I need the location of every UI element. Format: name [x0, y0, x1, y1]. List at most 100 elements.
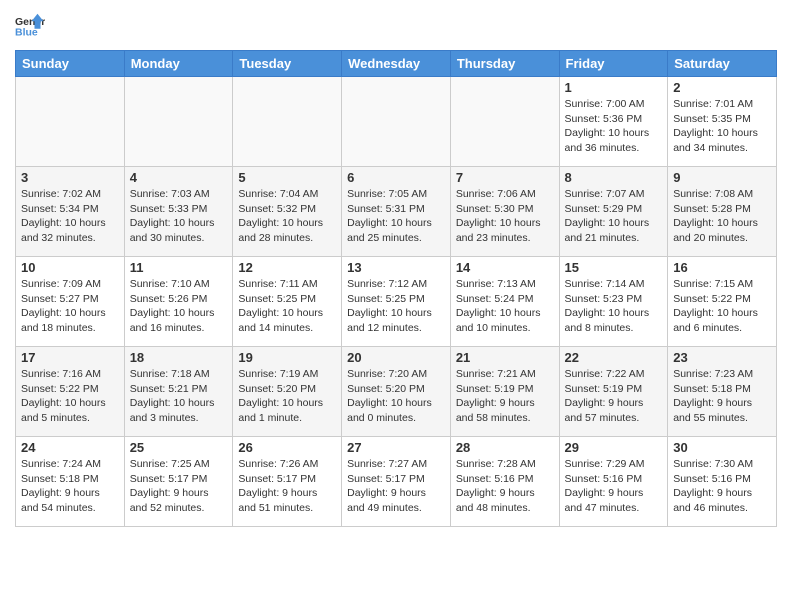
calendar-table: SundayMondayTuesdayWednesdayThursdayFrid… — [15, 50, 777, 527]
day-detail: Sunrise: 7:14 AM Sunset: 5:23 PM Dayligh… — [565, 277, 663, 336]
calendar-week-row: 10 Sunrise: 7:09 AM Sunset: 5:27 PM Dayli… — [16, 257, 777, 347]
calendar-day-cell: 10 Sunrise: 7:09 AM Sunset: 5:27 PM Dayli… — [16, 257, 125, 347]
calendar-day-cell: 3 Sunrise: 7:02 AM Sunset: 5:34 PM Daylig… — [16, 167, 125, 257]
day-number: 25 — [130, 440, 228, 455]
day-detail: Sunrise: 7:03 AM Sunset: 5:33 PM Dayligh… — [130, 187, 228, 246]
page-header: General Blue — [15, 10, 777, 40]
day-detail: Sunrise: 7:04 AM Sunset: 5:32 PM Dayligh… — [238, 187, 336, 246]
day-number: 8 — [565, 170, 663, 185]
day-detail: Sunrise: 7:10 AM Sunset: 5:26 PM Dayligh… — [130, 277, 228, 336]
weekday-header: Tuesday — [233, 51, 342, 77]
calendar-day-cell: 8 Sunrise: 7:07 AM Sunset: 5:29 PM Daylig… — [559, 167, 668, 257]
calendar-day-cell: 28 Sunrise: 7:28 AM Sunset: 5:16 PM Dayli… — [450, 437, 559, 527]
calendar-day-cell: 1Sunrise: 7:00 AM Sunset: 5:36 PM Daylig… — [559, 77, 668, 167]
day-number: 29 — [565, 440, 663, 455]
day-number: 19 — [238, 350, 336, 365]
calendar-day-cell: 26 Sunrise: 7:26 AM Sunset: 5:17 PM Dayli… — [233, 437, 342, 527]
day-number: 4 — [130, 170, 228, 185]
day-number: 28 — [456, 440, 554, 455]
logo: General Blue — [15, 10, 49, 40]
calendar-week-row: 1Sunrise: 7:00 AM Sunset: 5:36 PM Daylig… — [16, 77, 777, 167]
day-number: 21 — [456, 350, 554, 365]
day-number: 2 — [673, 80, 771, 95]
day-detail: Sunrise: 7:16 AM Sunset: 5:22 PM Dayligh… — [21, 367, 119, 426]
day-detail: Sunrise: 7:26 AM Sunset: 5:17 PM Dayligh… — [238, 457, 336, 516]
calendar-day-cell — [342, 77, 451, 167]
day-detail: Sunrise: 7:07 AM Sunset: 5:29 PM Dayligh… — [565, 187, 663, 246]
day-detail: Sunrise: 7:22 AM Sunset: 5:19 PM Dayligh… — [565, 367, 663, 426]
day-number: 14 — [456, 260, 554, 275]
calendar-day-cell: 21 Sunrise: 7:21 AM Sunset: 5:19 PM Dayli… — [450, 347, 559, 437]
weekday-header: Thursday — [450, 51, 559, 77]
calendar-day-cell: 6 Sunrise: 7:05 AM Sunset: 5:31 PM Daylig… — [342, 167, 451, 257]
calendar-day-cell: 25 Sunrise: 7:25 AM Sunset: 5:17 PM Dayli… — [124, 437, 233, 527]
day-detail: Sunrise: 7:13 AM Sunset: 5:24 PM Dayligh… — [456, 277, 554, 336]
calendar-day-cell: 15Sunrise: 7:14 AM Sunset: 5:23 PM Dayli… — [559, 257, 668, 347]
day-detail: Sunrise: 7:28 AM Sunset: 5:16 PM Dayligh… — [456, 457, 554, 516]
day-number: 27 — [347, 440, 445, 455]
day-detail: Sunrise: 7:18 AM Sunset: 5:21 PM Dayligh… — [130, 367, 228, 426]
day-number: 3 — [21, 170, 119, 185]
day-detail: Sunrise: 7:12 AM Sunset: 5:25 PM Dayligh… — [347, 277, 445, 336]
weekday-header: Monday — [124, 51, 233, 77]
day-detail: Sunrise: 7:29 AM Sunset: 5:16 PM Dayligh… — [565, 457, 663, 516]
day-detail: Sunrise: 7:23 AM Sunset: 5:18 PM Dayligh… — [673, 367, 771, 426]
calendar-day-cell: 4 Sunrise: 7:03 AM Sunset: 5:33 PM Daylig… — [124, 167, 233, 257]
calendar-day-cell — [16, 77, 125, 167]
calendar-day-cell — [450, 77, 559, 167]
day-number: 11 — [130, 260, 228, 275]
day-detail: Sunrise: 7:01 AM Sunset: 5:35 PM Dayligh… — [673, 97, 771, 156]
day-number: 24 — [21, 440, 119, 455]
day-detail: Sunrise: 7:15 AM Sunset: 5:22 PM Dayligh… — [673, 277, 771, 336]
day-detail: Sunrise: 7:21 AM Sunset: 5:19 PM Dayligh… — [456, 367, 554, 426]
day-number: 22 — [565, 350, 663, 365]
logo-icon: General Blue — [15, 10, 45, 40]
day-detail: Sunrise: 7:30 AM Sunset: 5:16 PM Dayligh… — [673, 457, 771, 516]
calendar-week-row: 17 Sunrise: 7:16 AM Sunset: 5:22 PM Dayli… — [16, 347, 777, 437]
day-number: 16 — [673, 260, 771, 275]
calendar-week-row: 24 Sunrise: 7:24 AM Sunset: 5:18 PM Dayli… — [16, 437, 777, 527]
page-container: General Blue SundayMondayTuesdayWednesda… — [0, 0, 792, 537]
day-number: 23 — [673, 350, 771, 365]
calendar-day-cell: 20Sunrise: 7:20 AM Sunset: 5:20 PM Dayli… — [342, 347, 451, 437]
calendar-day-cell: 9Sunrise: 7:08 AM Sunset: 5:28 PM Daylig… — [668, 167, 777, 257]
day-detail: Sunrise: 7:08 AM Sunset: 5:28 PM Dayligh… — [673, 187, 771, 246]
calendar-day-cell: 2 Sunrise: 7:01 AM Sunset: 5:35 PM Daylig… — [668, 77, 777, 167]
day-detail: Sunrise: 7:24 AM Sunset: 5:18 PM Dayligh… — [21, 457, 119, 516]
day-number: 20 — [347, 350, 445, 365]
day-detail: Sunrise: 7:05 AM Sunset: 5:31 PM Dayligh… — [347, 187, 445, 246]
day-detail: Sunrise: 7:09 AM Sunset: 5:27 PM Dayligh… — [21, 277, 119, 336]
calendar-day-cell: 30 Sunrise: 7:30 AM Sunset: 5:16 PM Dayli… — [668, 437, 777, 527]
calendar-header-row: SundayMondayTuesdayWednesdayThursdayFrid… — [16, 51, 777, 77]
day-number: 17 — [21, 350, 119, 365]
calendar-day-cell: 13 Sunrise: 7:12 AM Sunset: 5:25 PM Dayli… — [342, 257, 451, 347]
weekday-header: Wednesday — [342, 51, 451, 77]
day-detail: Sunrise: 7:19 AM Sunset: 5:20 PM Dayligh… — [238, 367, 336, 426]
calendar-day-cell: 27 Sunrise: 7:27 AM Sunset: 5:17 PM Dayli… — [342, 437, 451, 527]
day-number: 6 — [347, 170, 445, 185]
weekday-header: Saturday — [668, 51, 777, 77]
calendar-day-cell: 17 Sunrise: 7:16 AM Sunset: 5:22 PM Dayli… — [16, 347, 125, 437]
day-number: 10 — [21, 260, 119, 275]
day-detail: Sunrise: 7:11 AM Sunset: 5:25 PM Dayligh… — [238, 277, 336, 336]
calendar-day-cell: 18 Sunrise: 7:18 AM Sunset: 5:21 PM Dayli… — [124, 347, 233, 437]
calendar-day-cell: 12 Sunrise: 7:11 AM Sunset: 5:25 PM Dayli… — [233, 257, 342, 347]
calendar-day-cell: 19 Sunrise: 7:19 AM Sunset: 5:20 PM Dayli… — [233, 347, 342, 437]
calendar-day-cell: 23 Sunrise: 7:23 AM Sunset: 5:18 PM Dayli… — [668, 347, 777, 437]
day-detail: Sunrise: 7:02 AM Sunset: 5:34 PM Dayligh… — [21, 187, 119, 246]
day-number: 7 — [456, 170, 554, 185]
svg-text:Blue: Blue — [15, 27, 38, 39]
calendar-day-cell: 5 Sunrise: 7:04 AM Sunset: 5:32 PM Daylig… — [233, 167, 342, 257]
day-number: 18 — [130, 350, 228, 365]
day-number: 5 — [238, 170, 336, 185]
day-detail: Sunrise: 7:06 AM Sunset: 5:30 PM Dayligh… — [456, 187, 554, 246]
calendar-week-row: 3 Sunrise: 7:02 AM Sunset: 5:34 PM Daylig… — [16, 167, 777, 257]
calendar-day-cell — [233, 77, 342, 167]
weekday-header: Sunday — [16, 51, 125, 77]
day-number: 26 — [238, 440, 336, 455]
day-number: 12 — [238, 260, 336, 275]
day-number: 30 — [673, 440, 771, 455]
day-number: 13 — [347, 260, 445, 275]
day-detail: Sunrise: 7:25 AM Sunset: 5:17 PM Dayligh… — [130, 457, 228, 516]
day-detail: Sunrise: 7:27 AM Sunset: 5:17 PM Dayligh… — [347, 457, 445, 516]
